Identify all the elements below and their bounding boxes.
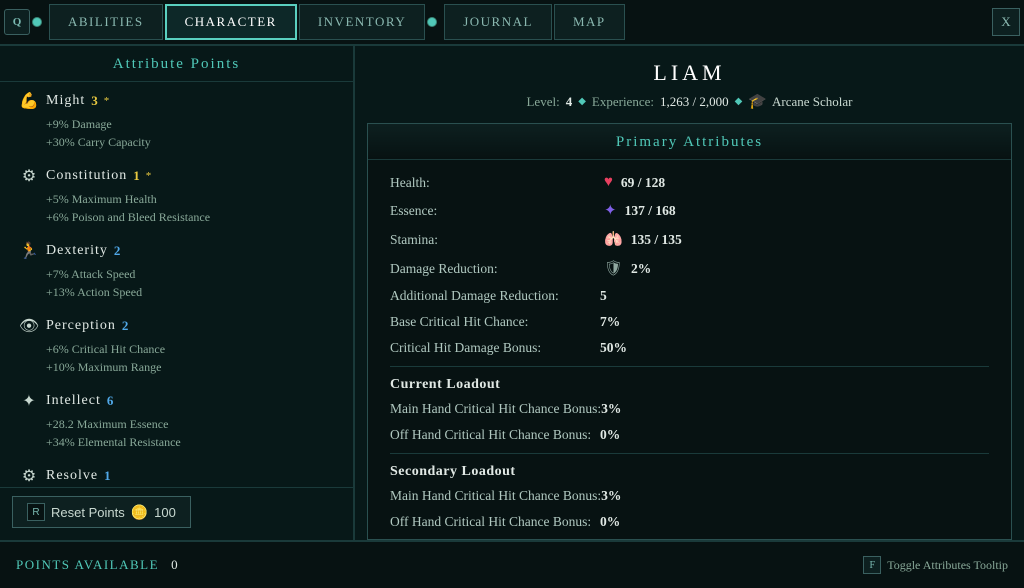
- toggle-tooltip-container: F Toggle Attributes Tooltip: [863, 556, 1008, 574]
- points-available-value: 0: [171, 557, 178, 572]
- stamina-value: 135 / 135: [631, 232, 682, 248]
- current-loadout-heading: Current Loadout: [390, 377, 989, 393]
- divider-2: [390, 453, 989, 454]
- secondary-off-hand: Off Hand Critical Hit Chance Bonus: 0%: [390, 514, 989, 530]
- secondary-off-hand-value: 0%: [600, 514, 620, 530]
- tab-inventory[interactable]: INVENTORY: [299, 4, 425, 40]
- intellect-points: 6: [107, 393, 114, 409]
- current-main-hand-value: 3%: [601, 401, 621, 417]
- char-class: 🎓 Arcane Scholar: [748, 92, 852, 111]
- character-info: Level: 4 ◆ Experience: 1,263 / 2,000 ◆ 🎓…: [355, 92, 1024, 123]
- current-off-hand: Off Hand Critical Hit Chance Bonus: 0%: [390, 427, 989, 443]
- shield-icon: 🛡: [604, 259, 623, 278]
- stat-additional-damage-reduction: Additional Damage Reduction: 5: [390, 288, 989, 304]
- essence-icon: ✦: [604, 201, 617, 220]
- lungs-icon: 🫁: [604, 230, 623, 249]
- diamond-1: ◆: [578, 96, 586, 107]
- reset-points-button[interactable]: R Reset Points 🪙 100: [12, 496, 191, 528]
- attr-constitution[interactable]: ⚙ Constitution 1 * +5% Maximum Health +6…: [18, 165, 335, 226]
- secondary-main-hand: Main Hand Critical Hit Chance Bonus: 3%: [390, 488, 989, 504]
- dexterity-icon: 🏃: [18, 240, 40, 262]
- health-value: 69 / 128: [621, 175, 665, 191]
- current-main-hand: Main Hand Critical Hit Chance Bonus: 3%: [390, 401, 989, 417]
- constitution-bonus: +5% Maximum Health +6% Poison and Bleed …: [18, 190, 335, 226]
- resolve-icon: ⚙: [18, 465, 40, 487]
- constitution-icon: ⚙: [18, 165, 40, 187]
- current-off-hand-value: 0%: [600, 427, 620, 443]
- additional-dr-value: 5: [600, 288, 607, 304]
- level-value: 4: [566, 94, 573, 110]
- constitution-points: 1: [133, 168, 140, 184]
- attr-intellect[interactable]: ✦ Intellect 6 +28.2 Maximum Essence +34%…: [18, 390, 335, 451]
- right-panel: LIAM Level: 4 ◆ Experience: 1,263 / 2,00…: [355, 46, 1024, 540]
- close-button[interactable]: X: [992, 8, 1020, 36]
- might-icon: 💪: [18, 90, 40, 112]
- constitution-name: Constitution: [46, 168, 127, 184]
- diamond-2: ◆: [735, 96, 743, 107]
- attribute-points-title: Attribute Points: [0, 46, 353, 82]
- attr-resolve[interactable]: ⚙ Resolve 1 +5 Maximum Stamina +12% Seco…: [18, 465, 335, 487]
- resolve-points: 1: [104, 468, 111, 484]
- dexterity-name: Dexterity: [46, 243, 108, 259]
- crit-damage-bonus-value: 50%: [600, 340, 627, 356]
- secondary-loadout-heading: Secondary Loadout: [390, 464, 989, 480]
- points-available-label: POINTS AVAILABLE: [16, 557, 159, 572]
- primary-attributes-box: Primary Attributes Health: ♥ 69 / 128 Es…: [367, 123, 1012, 540]
- toggle-key: F: [863, 556, 881, 574]
- bottom-bar: POINTS AVAILABLE 0 F Toggle Attributes T…: [0, 540, 1024, 588]
- main-layout: Attribute Points 💪 Might 3 * +9% Damage …: [0, 46, 1024, 540]
- reset-key: R: [27, 503, 45, 521]
- coin-icon: 🪙: [131, 504, 148, 521]
- nav-journal-dot: [427, 17, 437, 27]
- toggle-label: Toggle Attributes Tooltip: [887, 558, 1008, 573]
- top-nav: Q ABILITIES CHARACTER INVENTORY JOURNAL …: [0, 0, 1024, 46]
- heart-icon: ♥: [604, 174, 613, 191]
- damage-reduction-value: 2%: [631, 261, 651, 277]
- left-panel: Attribute Points 💪 Might 3 * +9% Damage …: [0, 46, 355, 540]
- tab-character[interactable]: CHARACTER: [165, 4, 297, 40]
- perception-name: Perception: [46, 318, 116, 334]
- exp-value: 1,263 / 2,000: [660, 94, 729, 110]
- tab-abilities[interactable]: ABILITIES: [49, 4, 163, 40]
- base-crit-value: 7%: [600, 314, 620, 330]
- resolve-name: Resolve: [46, 468, 98, 484]
- perception-points: 2: [122, 318, 129, 334]
- dexterity-points: 2: [114, 243, 121, 259]
- left-panel-bottom: R Reset Points 🪙 100: [0, 487, 353, 532]
- points-available-container: POINTS AVAILABLE 0: [16, 556, 178, 574]
- intellect-icon: ✦: [18, 390, 40, 412]
- might-points: 3: [91, 93, 98, 109]
- intellect-name: Intellect: [46, 393, 101, 409]
- stat-stamina: Stamina: 🫁 135 / 135: [390, 230, 989, 249]
- perception-bonus: +6% Critical Hit Chance +10% Maximum Ran…: [18, 340, 335, 376]
- attr-might[interactable]: 💪 Might 3 * +9% Damage +30% Carry Capaci…: [18, 90, 335, 151]
- might-name: Might: [46, 93, 85, 109]
- intellect-bonus: +28.2 Maximum Essence +34% Elemental Res…: [18, 415, 335, 451]
- secondary-main-hand-value: 3%: [601, 488, 621, 504]
- stat-health: Health: ♥ 69 / 128: [390, 174, 989, 191]
- nav-abilities-dot: [32, 17, 42, 27]
- attr-perception[interactable]: 👁 Perception 2 +6% Critical Hit Chance +…: [18, 315, 335, 376]
- might-bonus: +9% Damage +30% Carry Capacity: [18, 115, 335, 151]
- class-icon: 🎓: [748, 92, 767, 111]
- stat-essence: Essence: ✦ 137 / 168: [390, 201, 989, 220]
- character-name: LIAM: [355, 46, 1024, 92]
- attributes-list: 💪 Might 3 * +9% Damage +30% Carry Capaci…: [0, 82, 353, 487]
- tab-map[interactable]: MAP: [554, 4, 625, 40]
- attributes-content: Health: ♥ 69 / 128 Essence: ✦ 137 / 168 …: [368, 160, 1011, 540]
- stat-crit-damage-bonus: Critical Hit Damage Bonus: 50%: [390, 340, 989, 356]
- dexterity-bonus: +7% Attack Speed +13% Action Speed: [18, 265, 335, 301]
- stat-damage-reduction: Damage Reduction: 🛡 2%: [390, 259, 989, 278]
- tab-journal[interactable]: JOURNAL: [444, 4, 552, 40]
- primary-attributes-title: Primary Attributes: [368, 124, 1011, 160]
- perception-icon: 👁: [18, 315, 40, 337]
- divider-1: [390, 366, 989, 367]
- stat-base-crit: Base Critical Hit Chance: 7%: [390, 314, 989, 330]
- attr-dexterity[interactable]: 🏃 Dexterity 2 +7% Attack Speed +13% Acti…: [18, 240, 335, 301]
- essence-value: 137 / 168: [625, 203, 676, 219]
- nav-key-q[interactable]: Q: [4, 9, 30, 35]
